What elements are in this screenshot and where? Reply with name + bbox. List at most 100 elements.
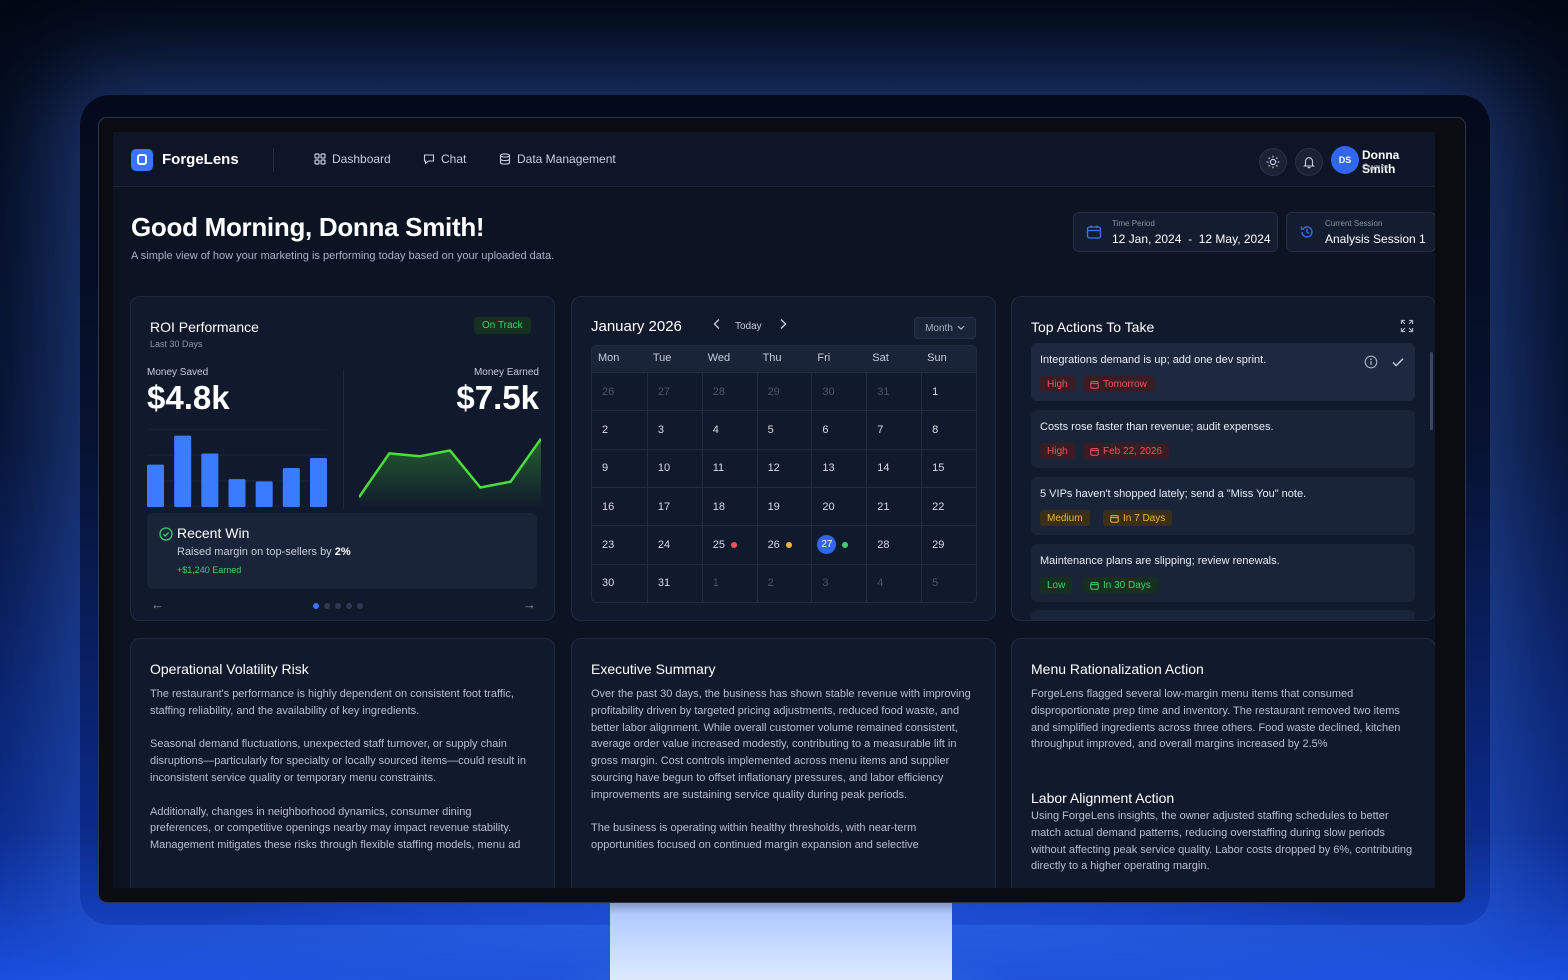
notifications-button[interactable] bbox=[1295, 148, 1323, 176]
carousel-dot[interactable] bbox=[313, 603, 319, 609]
calendar-day[interactable]: 1 bbox=[921, 372, 976, 411]
bar bbox=[255, 481, 273, 507]
bar bbox=[228, 479, 246, 507]
calendar-day[interactable]: 12 bbox=[756, 448, 812, 487]
calendar-next-button[interactable] bbox=[778, 318, 788, 333]
labor-action-title: Labor Alignment Action bbox=[1031, 790, 1175, 806]
calendar-card: January 2026 Today Month Mon Tue Wed Thu Fri… bbox=[571, 296, 996, 621]
user-avatar[interactable]: DS bbox=[1331, 146, 1359, 174]
theme-toggle-button[interactable] bbox=[1259, 148, 1287, 176]
carousel-next-button[interactable]: → bbox=[523, 597, 536, 612]
calendar-day[interactable]: 2 bbox=[756, 563, 812, 602]
carousel-dot[interactable] bbox=[357, 603, 363, 609]
calendar-day-selected[interactable]: 27 bbox=[811, 525, 867, 564]
calendar-day[interactable]: 9 bbox=[592, 448, 647, 487]
calendar-day[interactable]: 4 bbox=[701, 410, 757, 449]
calendar-day[interactable]: 15 bbox=[921, 448, 976, 487]
calendar-day[interactable]: 19 bbox=[756, 486, 812, 526]
time-period-selector[interactable]: Time Period 12 Jan, 2024 - 12 May, 2024 bbox=[1073, 212, 1278, 252]
nav-item-chat[interactable]: Chat bbox=[423, 152, 466, 166]
carousel-prev-button[interactable]: ← bbox=[151, 597, 164, 612]
calendar-day[interactable]: 23 bbox=[592, 525, 647, 563]
calendar-day[interactable]: 16 bbox=[592, 486, 647, 525]
calendar-day[interactable]: 31 bbox=[866, 372, 922, 411]
check-circle-icon bbox=[159, 527, 173, 541]
calendar-day[interactable]: 25 bbox=[701, 525, 757, 564]
weekday-header: Tue bbox=[646, 346, 702, 372]
calendar-day[interactable]: 28 bbox=[701, 372, 757, 411]
info-icon[interactable] bbox=[1364, 355, 1378, 369]
action-text: Costs rose faster than revenue; audit ex… bbox=[1040, 421, 1274, 433]
calendar-day[interactable]: 13 bbox=[811, 448, 867, 487]
action-item[interactable]: 5 VIPs haven't shopped lately; send a "M… bbox=[1031, 477, 1415, 535]
calendar-day-number: 31 bbox=[877, 385, 890, 398]
volatility-title: Operational Volatility Risk bbox=[150, 661, 309, 677]
calendar-day[interactable]: 1 bbox=[701, 563, 757, 602]
forgelens-logo-icon[interactable] bbox=[131, 149, 153, 171]
calendar-day[interactable]: 3 bbox=[646, 410, 702, 449]
calendar-day[interactable]: 21 bbox=[866, 486, 922, 526]
actions-scrollbar[interactable] bbox=[1430, 352, 1433, 430]
calendar-day[interactable]: 29 bbox=[921, 525, 976, 564]
calendar-day[interactable]: 7 bbox=[866, 410, 922, 449]
calendar-day[interactable]: 28 bbox=[866, 525, 922, 564]
weekday-header: Wed bbox=[701, 346, 757, 372]
calendar-day-number: 1 bbox=[932, 385, 939, 398]
carousel-dot[interactable] bbox=[346, 603, 352, 609]
calendar-day[interactable]: 3 bbox=[811, 563, 867, 602]
calendar-day-number: 14 bbox=[877, 462, 890, 475]
calendar-day[interactable]: 22 bbox=[921, 486, 976, 526]
calendar-day[interactable]: 14 bbox=[866, 448, 922, 487]
recent-win-desc-value: 2% bbox=[334, 546, 351, 558]
carousel-dot[interactable] bbox=[335, 603, 341, 609]
calendar-day[interactable]: 18 bbox=[701, 486, 757, 526]
sun-icon bbox=[1266, 155, 1280, 169]
page-title: Good Morning, Donna Smith! bbox=[131, 212, 485, 242]
action-item[interactable]: Integrations demand is up; add one dev s… bbox=[1031, 343, 1415, 401]
calendar-day[interactable]: 24 bbox=[646, 525, 702, 564]
event-dot bbox=[730, 541, 737, 548]
calendar-day[interactable]: 10 bbox=[646, 448, 702, 487]
calendar-prev-button[interactable] bbox=[712, 318, 722, 333]
calendar-day[interactable]: 27 bbox=[646, 372, 702, 411]
calendar-day[interactable]: 29 bbox=[756, 372, 812, 411]
calendar-day-number: 12 bbox=[767, 462, 780, 475]
action-item[interactable]: Maintenance plans are slipping; review r… bbox=[1031, 544, 1415, 602]
calendar-day-number: 9 bbox=[602, 462, 609, 475]
nav-item-data-management[interactable]: Data Management bbox=[499, 152, 616, 166]
calendar-day[interactable]: 31 bbox=[646, 563, 702, 602]
executive-summary-card: Executive Summary Over the past 30 days,… bbox=[571, 638, 996, 888]
calendar-day[interactable]: 11 bbox=[701, 448, 757, 487]
calendar-day[interactable]: 20 bbox=[811, 486, 867, 526]
calendar-day[interactable]: 30 bbox=[811, 372, 867, 411]
time-period-end: 12 May, 2024 bbox=[1198, 232, 1271, 246]
calendar-day[interactable]: 26 bbox=[592, 372, 647, 410]
calendar-day[interactable]: 4 bbox=[866, 563, 922, 602]
action-item[interactable]: Costs rose faster than revenue; audit ex… bbox=[1031, 410, 1415, 468]
calendar-day[interactable]: 5 bbox=[921, 563, 976, 602]
summary-body: Over the past 30 days, the business has … bbox=[591, 686, 976, 871]
calendar-view-select[interactable]: Month bbox=[914, 317, 976, 339]
calendar-day[interactable]: 6 bbox=[811, 410, 867, 449]
calendar-day[interactable]: 2 bbox=[592, 410, 647, 448]
calendar-day[interactable]: 26 bbox=[756, 525, 812, 564]
calendar-view-label: Month bbox=[925, 322, 953, 334]
roi-title: ROI Performance bbox=[150, 319, 259, 335]
bar bbox=[201, 453, 219, 507]
calendar-day[interactable]: 30 bbox=[592, 563, 647, 602]
action-item-partial[interactable] bbox=[1031, 610, 1415, 620]
calendar-day[interactable]: 17 bbox=[646, 486, 702, 526]
calendar-today-button[interactable]: Today bbox=[735, 321, 762, 332]
chevron-right-icon bbox=[780, 319, 787, 329]
calendar-day[interactable]: 5 bbox=[756, 410, 812, 449]
money-earned-label: Money Earned bbox=[473, 367, 539, 378]
calendar-day-number: 22 bbox=[932, 500, 945, 513]
expand-icon[interactable] bbox=[1400, 319, 1414, 333]
weekday-header: Mon bbox=[592, 346, 647, 372]
nav-item-dashboard[interactable]: Dashboard bbox=[314, 152, 391, 166]
carousel-dot[interactable] bbox=[324, 603, 330, 609]
session-selector[interactable]: Current Session Analysis Session 1 bbox=[1286, 212, 1435, 252]
check-icon[interactable] bbox=[1391, 355, 1405, 369]
calendar-day[interactable]: 8 bbox=[921, 410, 976, 449]
priority-badge: Low bbox=[1040, 577, 1073, 593]
